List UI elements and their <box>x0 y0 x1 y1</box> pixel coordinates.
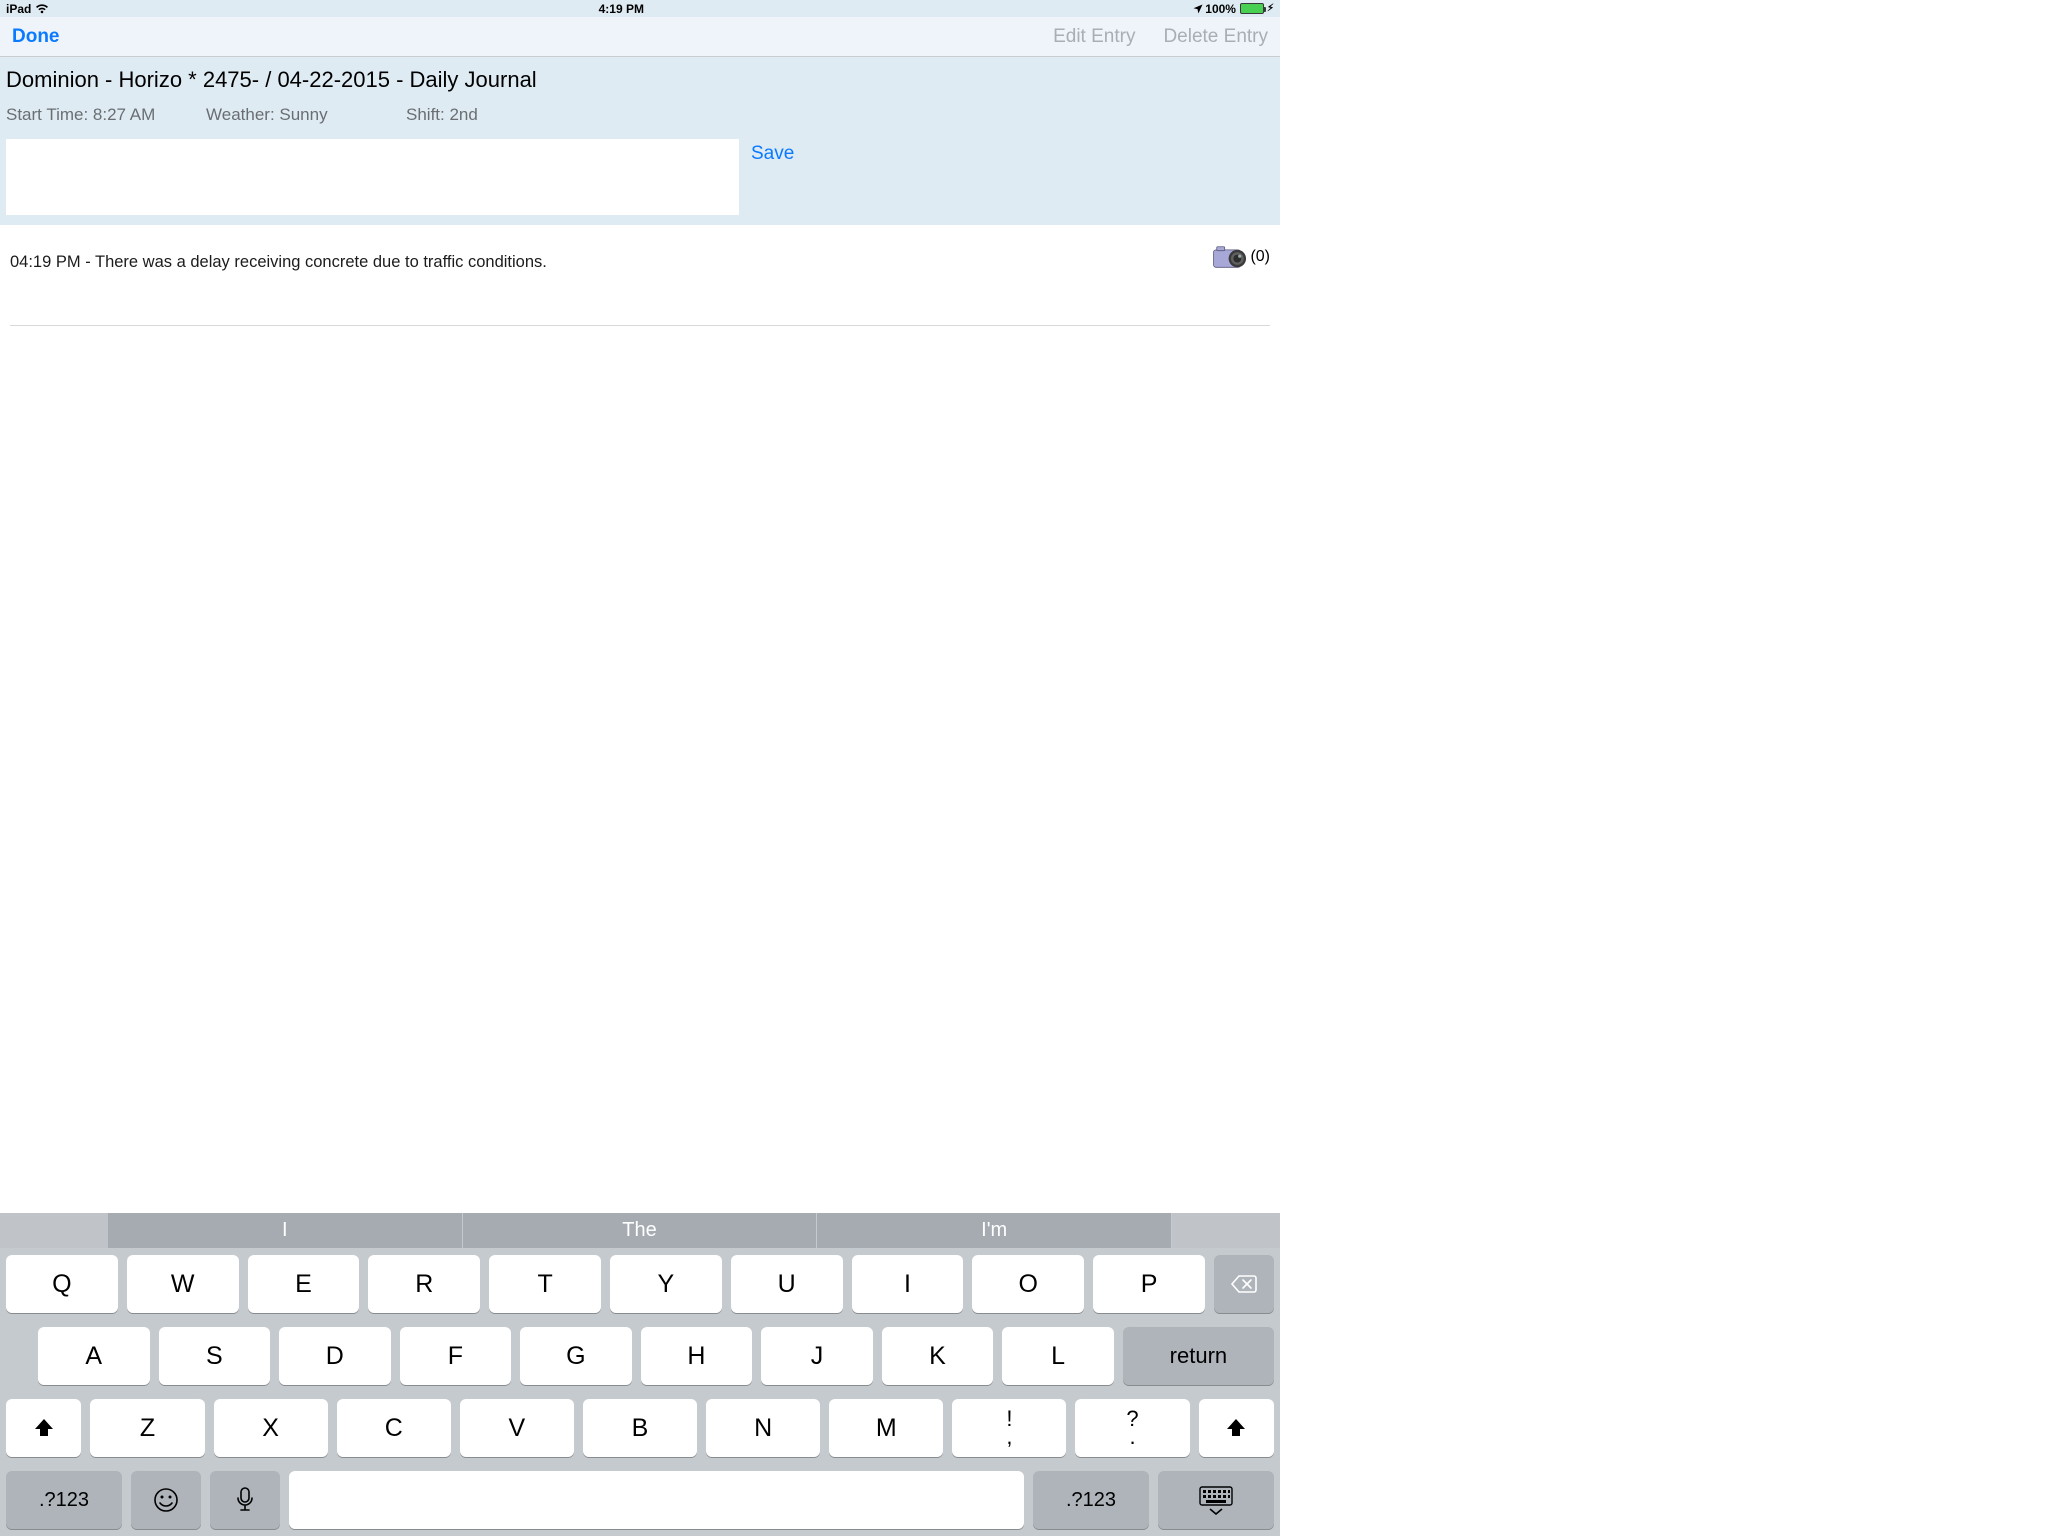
key-dictation[interactable] <box>210 1471 280 1529</box>
entry-text: 04:19 PM - There was a delay receiving c… <box>10 253 1270 272</box>
key-e[interactable]: E <box>248 1255 360 1313</box>
edit-entry-button[interactable]: Edit Entry <box>1053 26 1135 48</box>
backspace-icon <box>1230 1274 1258 1294</box>
charging-icon: ⚡︎ <box>1267 3 1274 14</box>
key-emoji[interactable] <box>131 1471 201 1529</box>
key-s[interactable]: S <box>159 1327 271 1385</box>
journal-header: Dominion - Horizo * 2475- / 04-22-2015 -… <box>0 57 1280 225</box>
prediction-3[interactable]: I'm <box>817 1213 1172 1248</box>
prediction-edge-left <box>0 1213 108 1248</box>
key-x[interactable]: X <box>214 1399 328 1457</box>
shift-icon <box>1224 1416 1248 1440</box>
prediction-2[interactable]: The <box>463 1213 818 1248</box>
key-return[interactable]: return <box>1123 1327 1274 1385</box>
key-backspace[interactable] <box>1214 1255 1274 1313</box>
dismiss-keyboard-icon <box>1198 1485 1234 1515</box>
status-bar: iPad 4:19 PM 100% ⚡︎ <box>0 0 1280 17</box>
key-y[interactable]: Y <box>610 1255 722 1313</box>
photo-button[interactable]: (0) <box>1212 243 1270 271</box>
entry-textarea[interactable] <box>6 139 739 215</box>
prediction-edge-right <box>1172 1213 1280 1248</box>
key-a[interactable]: A <box>38 1327 150 1385</box>
key-t[interactable]: T <box>489 1255 601 1313</box>
key-k[interactable]: K <box>882 1327 994 1385</box>
location-icon <box>1193 4 1203 14</box>
meta-line: Start Time: 8:27 AM Weather: Sunny Shift… <box>6 105 1274 125</box>
onscreen-keyboard: I The I'm Q W E R T Y U I O P A S D F G … <box>0 1213 1280 1536</box>
key-dismiss-keyboard[interactable] <box>1158 1471 1274 1529</box>
mic-icon <box>235 1486 255 1514</box>
weather: Weather: Sunny <box>206 105 406 125</box>
key-row-1: Q W E R T Y U I O P <box>0 1248 1280 1320</box>
key-d[interactable]: D <box>279 1327 391 1385</box>
key-r[interactable]: R <box>368 1255 480 1313</box>
wifi-icon <box>35 4 49 14</box>
clock: 4:19 PM <box>49 2 1193 16</box>
key-m[interactable]: M <box>829 1399 943 1457</box>
key-b[interactable]: B <box>583 1399 697 1457</box>
nav-bar: Done Edit Entry Delete Entry <box>0 17 1280 57</box>
key-v[interactable]: V <box>460 1399 574 1457</box>
prediction-1[interactable]: I <box>108 1213 463 1248</box>
key-w[interactable]: W <box>127 1255 239 1313</box>
key-q[interactable]: Q <box>6 1255 118 1313</box>
key-i[interactable]: I <box>852 1255 964 1313</box>
key-shift-left[interactable] <box>6 1399 81 1457</box>
shift-icon <box>32 1416 56 1440</box>
done-button[interactable]: Done <box>12 26 60 48</box>
key-symbols-right[interactable]: .?123 <box>1033 1471 1149 1529</box>
emoji-icon <box>153 1487 179 1513</box>
photo-count: (0) <box>1250 248 1270 266</box>
key-g[interactable]: G <box>520 1327 632 1385</box>
key-row-4: .?123 .?123 <box>0 1464 1280 1536</box>
key-shift-right[interactable] <box>1199 1399 1274 1457</box>
key-row-3: Z X C V B N M ! , ? . <box>0 1392 1280 1464</box>
key-o[interactable]: O <box>972 1255 1084 1313</box>
key-row-2: A S D F G H J K L return <box>0 1320 1280 1392</box>
battery-icon <box>1240 3 1264 14</box>
key-exclaim-comma[interactable]: ! , <box>952 1399 1066 1457</box>
battery-percent: 100% <box>1205 2 1236 16</box>
key-n[interactable]: N <box>706 1399 820 1457</box>
start-time: Start Time: 8:27 AM <box>6 105 206 125</box>
key-j[interactable]: J <box>761 1327 873 1385</box>
key-h[interactable]: H <box>641 1327 753 1385</box>
key-p[interactable]: P <box>1093 1255 1205 1313</box>
save-button[interactable]: Save <box>739 139 794 165</box>
key-c[interactable]: C <box>337 1399 451 1457</box>
entry-row: 04:19 PM - There was a delay receiving c… <box>0 225 1280 325</box>
key-question-period[interactable]: ? . <box>1075 1399 1189 1457</box>
key-z[interactable]: Z <box>90 1399 204 1457</box>
key-f[interactable]: F <box>400 1327 512 1385</box>
key-l[interactable]: L <box>1002 1327 1114 1385</box>
page-title: Dominion - Horizo * 2475- / 04-22-2015 -… <box>6 63 1274 105</box>
device-label: iPad <box>6 2 31 16</box>
shift: Shift: 2nd <box>406 105 478 125</box>
key-u[interactable]: U <box>731 1255 843 1313</box>
delete-entry-button[interactable]: Delete Entry <box>1163 26 1268 48</box>
prediction-bar: I The I'm <box>0 1213 1280 1248</box>
key-bot: , <box>1006 1427 1012 1447</box>
camera-icon <box>1212 243 1250 271</box>
key-bot: . <box>1129 1427 1135 1447</box>
key-space[interactable] <box>289 1471 1024 1529</box>
divider <box>10 325 1270 326</box>
key-symbols-left[interactable]: .?123 <box>6 1471 122 1529</box>
